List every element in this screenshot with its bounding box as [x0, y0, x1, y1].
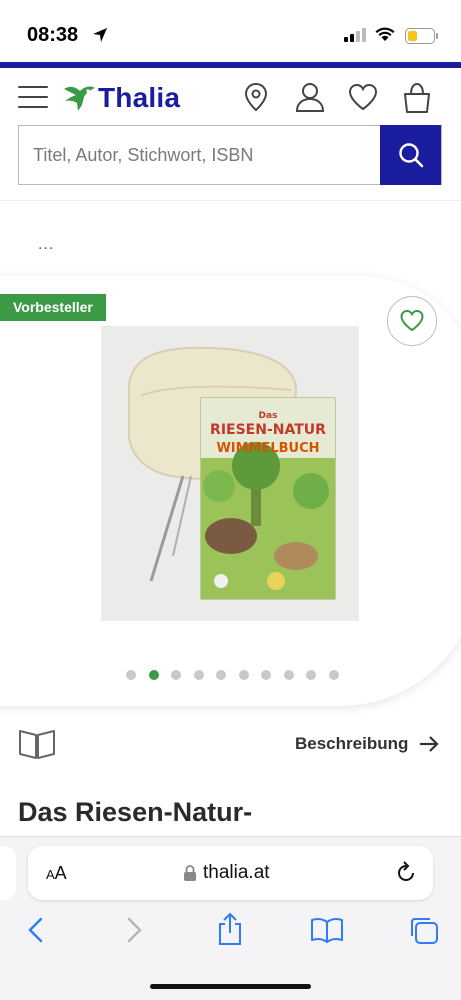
home-indicator [150, 984, 311, 989]
carousel-dot[interactable] [216, 670, 226, 680]
description-label: Beschreibung [295, 734, 409, 753]
carousel-dot[interactable] [283, 670, 294, 680]
breadcrumb[interactable]: ... [38, 236, 54, 254]
wifi-icon [375, 27, 395, 41]
search-bar [18, 125, 442, 185]
url-display[interactable]: thalia.at [183, 862, 270, 884]
carousel-dot[interactable] [306, 670, 316, 680]
thalia-logo[interactable]: Thalia [62, 82, 180, 114]
preorder-badge: Vorbesteller [0, 294, 106, 321]
arrow-right-icon [420, 736, 439, 752]
open-book-icon [19, 730, 55, 759]
cellular-signal-icon [344, 28, 366, 42]
user-icon[interactable] [294, 82, 326, 112]
lock-icon [184, 865, 196, 881]
header-divider [0, 200, 461, 201]
search-button[interactable] [380, 125, 441, 185]
menu-icon[interactable] [18, 86, 48, 108]
reader-settings-button[interactable]: AA [46, 863, 67, 884]
carousel-dot[interactable] [148, 670, 159, 680]
product-photo-illustration: Das RIESEN-NATUR WIMMELBUCH [101, 326, 359, 621]
carousel-dot[interactable] [238, 670, 249, 680]
location-pin-icon[interactable] [242, 82, 270, 112]
search-icon [398, 143, 423, 168]
reload-icon[interactable] [395, 861, 417, 885]
previous-tab-peek[interactable] [0, 846, 16, 900]
battery-icon [405, 28, 438, 44]
bookmarks-icon[interactable] [310, 916, 344, 944]
heart-icon[interactable] [347, 82, 379, 112]
status-bar: 08:38 [0, 0, 461, 62]
shopping-bag-icon[interactable] [401, 82, 433, 114]
share-icon[interactable] [216, 912, 244, 946]
search-input[interactable] [19, 126, 381, 184]
carousel-dot[interactable] [126, 670, 136, 680]
product-image[interactable]: Das RIESEN-NATUR WIMMELBUCH [101, 326, 359, 621]
forward-icon[interactable] [124, 916, 144, 944]
carousel-dot[interactable] [193, 670, 204, 680]
url-text: thalia.at [203, 862, 270, 883]
carousel-dot[interactable] [261, 670, 271, 680]
product-title: Das Riesen-Natur- [18, 797, 253, 827]
heart-icon [400, 309, 424, 332]
address-bar[interactable]: AA thalia.at [28, 846, 433, 900]
status-time: 08:38 [27, 24, 79, 46]
cover-title-line2: RIESEN-NATUR [210, 422, 326, 438]
tabs-icon[interactable] [408, 916, 440, 946]
location-arrow-icon [93, 28, 107, 42]
back-icon[interactable] [26, 916, 46, 944]
cover-title-line3: WIMMELBUCH [216, 441, 319, 456]
description-link[interactable]: Beschreibung [295, 734, 440, 754]
thalia-logo-icon [64, 86, 95, 111]
wishlist-button[interactable] [387, 296, 437, 346]
carousel-dot[interactable] [328, 670, 339, 680]
site-header: Thalia [0, 68, 461, 126]
cover-title-line1: Das [259, 411, 278, 421]
logo-text: Thalia [98, 82, 181, 113]
image-carousel-dots [126, 670, 351, 680]
carousel-dot[interactable] [171, 670, 181, 680]
